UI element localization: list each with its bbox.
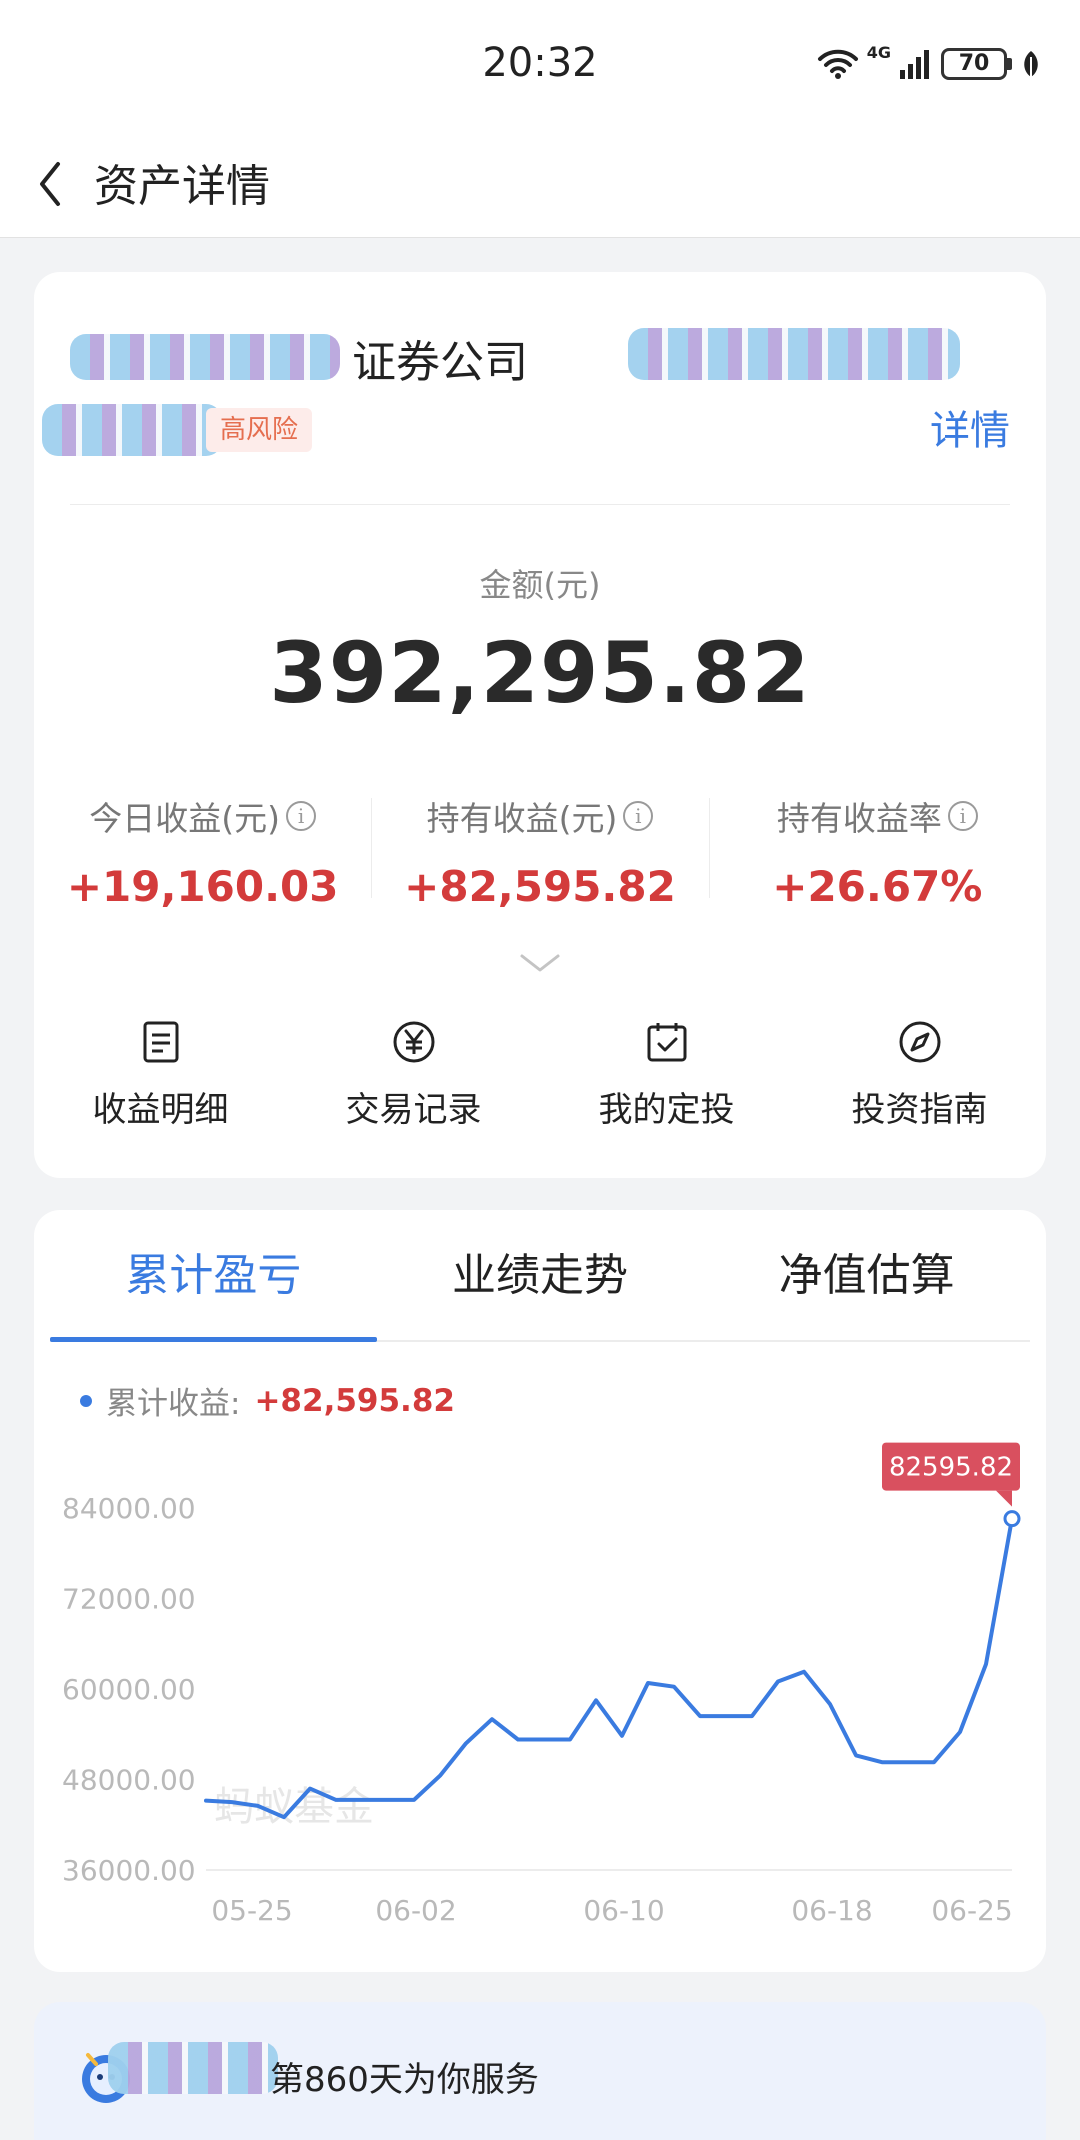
divider	[70, 504, 1010, 505]
signal-icon	[900, 50, 929, 79]
legend-value: +82,595.82	[254, 1382, 455, 1419]
status-icons: 4G 70	[817, 43, 1042, 80]
tab-performance-trend[interactable]: 业绩走势	[377, 1210, 704, 1340]
info-icon[interactable]: i	[623, 801, 654, 831]
amount-value: 392,295.82	[269, 624, 811, 722]
chevron-down-icon[interactable]	[520, 952, 560, 976]
tab-cumulative-pnl[interactable]: 累计盈亏	[50, 1210, 377, 1342]
wifi-icon	[817, 49, 858, 79]
stat-label: 持有收益率	[776, 799, 942, 838]
battery-indicator: 70	[941, 48, 1007, 80]
tab-nav-estimate[interactable]: 净值估算	[703, 1210, 1030, 1340]
back-icon[interactable]	[28, 154, 88, 214]
compass-icon	[899, 1021, 940, 1063]
cumulative-earnings-chart[interactable]: 蚂蚁基金84000.0072000.0060000.0048000.003600…	[34, 1436, 1046, 1972]
status-bar: 20:32 4G 70	[0, 0, 1080, 130]
x-tick-label: 06-25	[931, 1894, 1012, 1927]
action-label: 收益明细	[92, 1090, 229, 1130]
action-investment-guide[interactable]: 投资指南	[793, 1020, 1046, 1140]
chart-legend: 累计收益: +82,595.82	[80, 1378, 455, 1423]
stat-holding-earnings: 持有收益(元) i +82,595.82	[371, 792, 708, 912]
info-icon[interactable]: i	[286, 801, 317, 831]
risk-level-tag: 高风险	[206, 408, 313, 452]
quick-actions: 收益明细 交易记录 我的定投 投资指南	[34, 1020, 1046, 1140]
fund-name: 证券公司	[70, 326, 970, 386]
x-tick-label: 06-10	[583, 1894, 664, 1927]
chart-card: 累计盈亏 业绩走势 净值估算 累计收益: +82,595.82 蚂蚁基金 8400…	[34, 1210, 1046, 1972]
redaction-mask	[42, 404, 222, 456]
last-point-marker	[1003, 1510, 1021, 1528]
y-tick-label: 48000.00	[62, 1764, 196, 1797]
series-line	[204, 1516, 1014, 1820]
service-banner: 第860天为你服务	[34, 2002, 1046, 2140]
action-label: 投资指南	[851, 1090, 988, 1130]
x-tick-label: 06-02	[375, 1894, 456, 1927]
service-days-text: 第860天为你服务	[270, 2060, 539, 2100]
legend-label: 累计收益:	[106, 1386, 241, 1422]
y-tick-label: 84000.00	[62, 1492, 196, 1525]
stat-label: 持有收益(元)	[426, 799, 618, 838]
redaction-mask	[108, 2042, 278, 2094]
chart-tabs: 累计盈亏 业绩走势 净值估算	[50, 1210, 1030, 1342]
page-title: 资产详情	[94, 161, 270, 212]
network-type-label: 4G	[866, 42, 891, 62]
stat-value: +26.67%	[772, 862, 983, 911]
stat-today-earnings: 今日收益(元) i +19,160.03	[34, 792, 371, 912]
legend-dot	[80, 1394, 92, 1407]
action-earnings-detail[interactable]: 收益明细	[34, 1020, 287, 1140]
leaf-icon	[1024, 51, 1038, 77]
action-label: 交易记录	[345, 1090, 482, 1130]
earnings-stats: 今日收益(元) i +19,160.03 持有收益(元) i +82,595.8…	[34, 792, 1046, 912]
stat-label: 今日收益(元)	[89, 799, 281, 838]
battery-tip	[1007, 58, 1012, 70]
redaction-mask	[70, 334, 340, 380]
fund-name-text: 证券公司	[352, 337, 528, 386]
action-label: 我的定投	[598, 1090, 735, 1130]
yuan-icon	[393, 1021, 434, 1063]
nav-bar: 资产详情	[0, 130, 1080, 238]
redaction-mask	[628, 328, 960, 380]
asset-card: 证券公司 高风险 详情 金额(元) 392,295.82 今日收益(元) i +…	[34, 272, 1046, 1178]
action-trade-records[interactable]: 交易记录	[287, 1020, 540, 1140]
y-tick-label: 60000.00	[62, 1673, 196, 1706]
y-tick-label: 72000.00	[62, 1583, 196, 1616]
info-icon[interactable]: i	[947, 801, 978, 831]
action-my-auto-invest[interactable]: 我的定投	[540, 1020, 793, 1140]
amount-label: 金额(元)	[479, 566, 601, 604]
value-tooltip-pointer	[996, 1490, 1012, 1507]
calendar-check-icon	[647, 1023, 686, 1062]
y-tick-label: 36000.00	[62, 1854, 196, 1887]
value-tooltip-label: 82595.82	[889, 1453, 1013, 1483]
x-tick-label: 05-25	[211, 1894, 292, 1927]
fund-detail-link[interactable]: 详情	[930, 398, 1010, 456]
stat-value: +82,595.82	[404, 862, 676, 911]
stat-value: +19,160.03	[66, 862, 339, 911]
x-tick-label: 06-18	[791, 1894, 872, 1927]
stat-holding-return-rate: 持有收益率 i +26.67%	[708, 792, 1046, 912]
document-icon	[143, 1021, 178, 1063]
